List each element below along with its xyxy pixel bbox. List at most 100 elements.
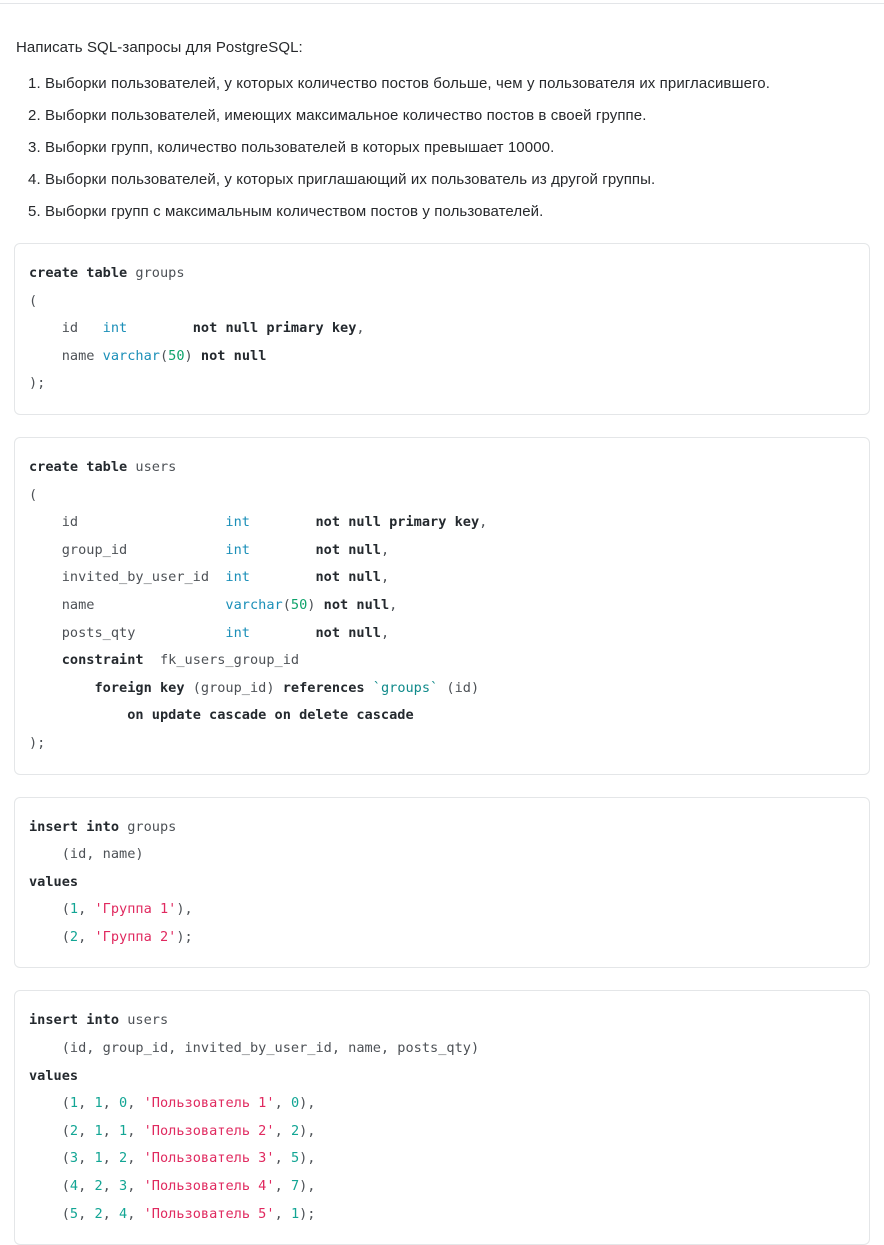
token-pun: ); <box>29 734 46 751</box>
code-line: ( <box>29 293 37 309</box>
token-pun: , <box>78 928 95 945</box>
token-id: (id, group_id, invited_by_user_id, name,… <box>29 1040 480 1057</box>
code-text[interactable]: create table groups ( id int not null pr… <box>15 260 869 398</box>
code-line: (1, 1, 0, 'Пользователь 1', 0), <box>29 1095 316 1111</box>
token-pun: , <box>479 514 488 531</box>
token-typ: int <box>225 624 250 641</box>
task-list-item: 4. Выборки пользователей, у которых приг… <box>28 171 656 188</box>
token-pun: , <box>127 1122 144 1139</box>
token-pun <box>250 625 315 641</box>
task-list-item: 3. Выборки групп, количество пользовател… <box>28 139 555 156</box>
token-pun: , <box>78 1095 95 1112</box>
token-pun: , <box>102 1095 120 1112</box>
token-pun: ( <box>29 928 70 945</box>
token-pun <box>250 569 315 585</box>
token-kw: constraint <box>61 652 144 669</box>
token-pun: ) <box>307 596 324 613</box>
token-kw: not null <box>315 624 381 641</box>
code-line: foreign key (group_id) references `group… <box>29 680 479 696</box>
token-pun: ); <box>29 375 46 392</box>
token-pun <box>250 514 315 530</box>
code-text[interactable]: insert into users (id, group_id, invited… <box>15 1007 869 1228</box>
token-typ: varchar <box>102 347 160 364</box>
token-pun <box>127 320 192 336</box>
token-pun: , <box>127 1095 144 1112</box>
token-num2: 2 <box>69 1122 79 1139</box>
token-id: (group_id) <box>184 679 283 696</box>
code-line: (5, 2, 4, 'Пользователь 5', 1); <box>29 1206 316 1222</box>
token-num2: 1 <box>119 1122 128 1139</box>
task-list-item: 5. Выборки групп с максимальным количест… <box>28 203 544 220</box>
token-str: 'Группа 1' <box>94 901 177 918</box>
code-line: insert into users <box>29 1012 168 1028</box>
code-line: on update cascade on delete cascade <box>29 707 414 724</box>
code-text[interactable]: insert into groups (id, name) values (1,… <box>15 814 869 952</box>
token-kw: values <box>29 1067 79 1084</box>
token-num2: 3 <box>69 1150 79 1167</box>
token-tick: `groups` <box>372 679 439 696</box>
token-num2: 2 <box>94 1205 103 1222</box>
token-pun: ( <box>159 347 169 364</box>
token-str: 'Пользователь 3' <box>143 1150 275 1167</box>
token-pun: , <box>380 541 390 558</box>
token-pun: , <box>389 596 398 613</box>
token-pun: , <box>78 1205 95 1222</box>
code-line: name varchar(50) not null <box>29 347 267 364</box>
token-kw: not null <box>200 347 267 364</box>
token-id: name <box>29 596 226 613</box>
token-pun: , <box>127 1205 144 1222</box>
token-kw: create table <box>29 458 128 475</box>
token-id: invited_by_user_id <box>29 569 226 586</box>
token-num2: 1 <box>69 901 79 918</box>
token-pun: , <box>78 1150 95 1167</box>
token-pun: , <box>78 1122 95 1139</box>
token-num2: 4 <box>69 1178 79 1195</box>
token-pun: ( <box>29 292 38 309</box>
token-kw: references <box>282 679 365 696</box>
token-id: users <box>127 458 177 475</box>
token-num2: 2 <box>69 928 79 945</box>
token-kw: insert into <box>29 818 120 835</box>
token-typ: int <box>225 569 250 586</box>
token-num2: 0 <box>290 1095 300 1112</box>
token-id: fk_users_group_id <box>143 652 300 669</box>
token-id: groups <box>119 818 177 835</box>
code-line: group_id int not null, <box>29 542 389 558</box>
token-pun <box>29 707 127 723</box>
token-pun: ( <box>282 596 291 613</box>
task-list-item: 2. Выборки пользователей, имеющих максим… <box>28 107 647 124</box>
code-block-create-table-users: create table users ( id int not null pri… <box>14 436 870 775</box>
code-block-insert-into-groups: insert into groups (id, name) values (1,… <box>14 796 870 969</box>
token-id: groups <box>127 265 185 281</box>
token-pun: , <box>127 1150 144 1167</box>
token-num: 50 <box>168 347 185 364</box>
token-str: 'Пользователь 2' <box>143 1122 275 1139</box>
code-text[interactable]: create table users ( id int not null pri… <box>15 454 869 758</box>
code-line: ); <box>29 735 45 751</box>
code-line: create table users <box>29 459 176 475</box>
page-title: Написать SQL-запросы для PostgreSQL: <box>16 39 303 56</box>
token-pun: , <box>78 901 95 918</box>
code-line: values <box>29 874 78 890</box>
token-num2: 5 <box>69 1205 79 1222</box>
token-kw: not null primary key <box>192 320 357 337</box>
token-id: users <box>119 1012 169 1029</box>
task-list: 1. Выборки пользователей, у которых коли… <box>0 73 884 222</box>
token-kw: on update cascade on delete cascade <box>127 707 414 724</box>
token-num2: 5 <box>290 1150 300 1167</box>
token-pun: , <box>102 1150 120 1167</box>
token-str: 'Пользователь 4' <box>143 1178 275 1195</box>
token-pun: ( <box>29 1122 70 1139</box>
code-line: id int not null primary key, <box>29 514 488 531</box>
token-pun: ); <box>299 1205 316 1222</box>
token-pun: ), <box>299 1095 316 1112</box>
token-pun: , <box>127 1178 144 1195</box>
token-id: id <box>29 320 103 337</box>
code-line: posts_qty int not null, <box>29 625 389 641</box>
token-kw: values <box>29 873 79 890</box>
top-divider <box>0 3 884 4</box>
token-pun: ), <box>299 1122 316 1139</box>
code-line: constraint fk_users_group_id <box>29 652 299 668</box>
token-num2: 0 <box>119 1095 128 1112</box>
code-line: create table groups <box>29 265 185 281</box>
